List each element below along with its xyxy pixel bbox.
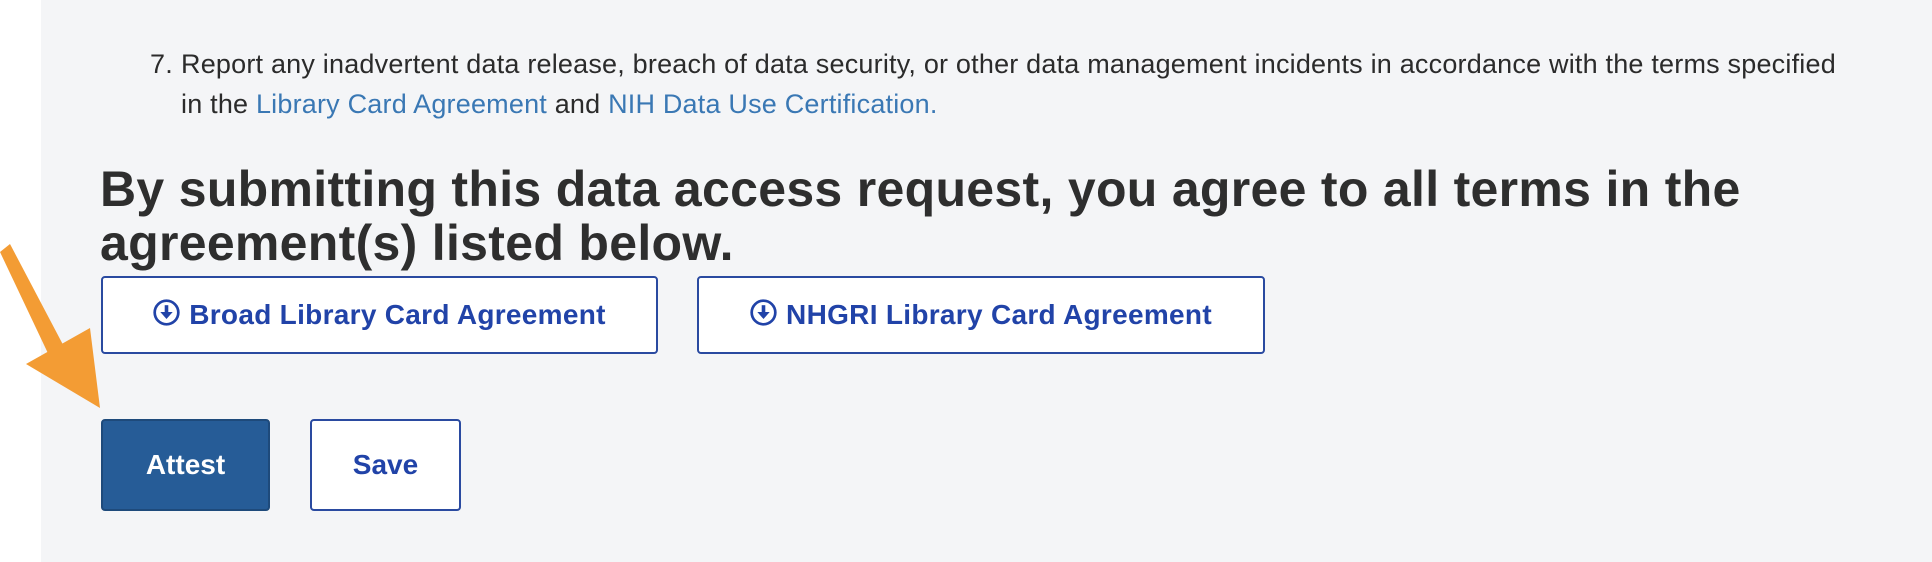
broad-library-card-agreement-button[interactable]: Broad Library Card Agreement [101, 276, 658, 354]
broad-agreement-label: Broad Library Card Agreement [189, 299, 606, 330]
terms-text-between: and [547, 89, 609, 119]
library-card-agreement-link[interactable]: Library Card Agreement [256, 89, 547, 119]
nhgri-library-card-agreement-button[interactable]: NHGRI Library Card Agreement [697, 276, 1265, 354]
download-circle-icon [153, 298, 180, 326]
nhgri-agreement-label: NHGRI Library Card Agreement [786, 299, 1212, 330]
attest-button[interactable]: Attest [101, 419, 270, 511]
terms-list-item-7: 7. Report any inadvertent data release, … [150, 44, 1850, 124]
terms-item-text: Report any inadvertent data release, bre… [181, 44, 1850, 124]
download-circle-icon [750, 298, 777, 326]
agreement-heading: By submitting this data access request, … [100, 161, 1741, 271]
nih-data-use-certification-link[interactable]: NIH Data Use Certification. [608, 89, 938, 119]
annotation-arrow-icon [0, 244, 100, 408]
list-item-number: 7. [150, 49, 173, 79]
save-button[interactable]: Save [310, 419, 461, 511]
page: 7. Report any inadvertent data release, … [0, 0, 1932, 562]
